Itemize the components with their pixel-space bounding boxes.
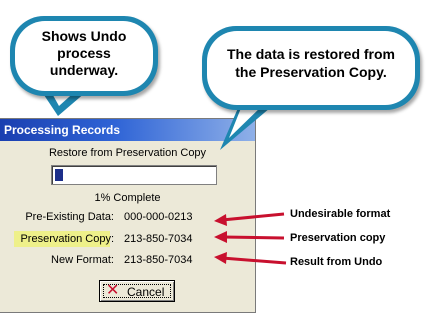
callout-undo-line3: underway. xyxy=(49,62,119,78)
callout-undo: Shows Undo process underway. xyxy=(10,16,158,96)
annotation-result: Result from Undo xyxy=(290,256,383,268)
callout-undo-line1: Shows Undo xyxy=(41,28,127,44)
callout-restore-line2: the Preservation Copy. xyxy=(235,64,387,80)
arrow-undesirable xyxy=(214,212,285,226)
arrow-preservation xyxy=(214,231,285,243)
annotation-undesirable: Undesirable format xyxy=(290,208,391,220)
annotation-preservation: Preservation copy xyxy=(290,232,386,244)
callout-restore-line1: The data is restored from xyxy=(226,46,396,62)
callout-undo-line2: process xyxy=(57,45,111,61)
arrow-result xyxy=(214,252,287,265)
callout-restore: The data is restored from the Preservati… xyxy=(202,26,420,110)
